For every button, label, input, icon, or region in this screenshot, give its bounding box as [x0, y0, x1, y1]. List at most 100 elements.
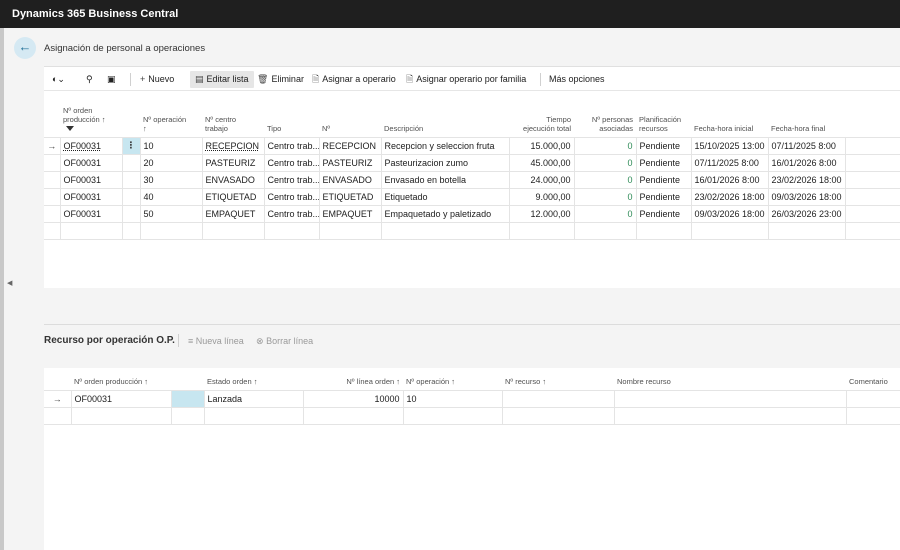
table-row[interactable]: OF00031 30 ENVASADO Centro trab... ENVAS…	[44, 171, 900, 189]
cell-orden[interactable]: OF00031	[60, 188, 123, 206]
cell-fecha-ini[interactable]: 15/10/2025 13:00	[691, 137, 769, 155]
assign-operator-button[interactable]: 🗎 Asignar a operario	[312, 71, 396, 88]
cell-descripcion[interactable]: Recepcion y seleccion fruta	[381, 137, 510, 155]
cell-tiempo[interactable]: 45.000,00	[509, 154, 575, 172]
cell-no[interactable]: ETIQUETAD	[319, 188, 382, 206]
cell-linea[interactable]: 10000	[303, 390, 404, 408]
cell-recurso[interactable]	[502, 390, 615, 408]
cell-operacion[interactable]: 40	[140, 188, 203, 206]
cell-fecha-fin[interactable]: 07/11/2025 8:00	[768, 137, 846, 155]
header-orden-produccion[interactable]: Nº orden producción ↑	[60, 97, 122, 137]
cell-no[interactable]: EMPAQUET	[319, 205, 382, 223]
header-fecha-final[interactable]: Fecha-hora final	[768, 97, 845, 137]
cell-operacion[interactable]: 10	[403, 390, 503, 408]
edit-list-button[interactable]: ▤ Editar lista	[190, 71, 254, 88]
scroll-left-icon[interactable]: ◀	[7, 279, 12, 287]
cell-fecha-ini[interactable]: 16/01/2026 8:00	[691, 171, 769, 189]
header-tipo[interactable]: Tipo	[264, 97, 319, 137]
cell-no[interactable]: PASTEURIZ	[319, 154, 382, 172]
cell-nombre[interactable]	[614, 390, 847, 408]
cell-orden[interactable]: OF00031	[60, 137, 123, 155]
cell-descripcion[interactable]: Etiquetado	[381, 188, 510, 206]
cell-centro[interactable]: EMPAQUET	[202, 205, 265, 223]
header-nombre-recurso[interactable]: Nombre recurso	[614, 368, 846, 390]
header-personas[interactable]: Nº personas asociadas	[574, 97, 636, 137]
cell-fecha-fin[interactable]: 09/03/2026 18:00	[768, 188, 846, 206]
cell-operacion[interactable]: 10	[140, 137, 203, 155]
cell-centro[interactable]: PASTEURIZ	[202, 154, 265, 172]
cell-centro[interactable]: ENVASADO	[202, 171, 265, 189]
cell-planif[interactable]: Pendiente	[636, 188, 692, 206]
details-pane-icon[interactable]: ▣	[107, 71, 116, 88]
table-row[interactable]: → OF00031 ⋮ 10 RECEPCION Centro trab... …	[44, 137, 900, 155]
header-descripcion[interactable]: Descripción	[381, 97, 509, 137]
header-orden-produccion[interactable]: Nº orden producción ↑	[71, 368, 171, 390]
cell-descripcion[interactable]: Pasteurizacion zumo	[381, 154, 510, 172]
cell-tipo[interactable]: Centro trab...	[264, 188, 320, 206]
cell-centro[interactable]: RECEPCION	[202, 137, 265, 155]
cell-fecha-fin[interactable]: 23/02/2026 18:00	[768, 171, 846, 189]
cell-comentario[interactable]	[846, 390, 900, 408]
cell-tiempo[interactable]: 12.000,00	[509, 205, 575, 223]
cell-tipo[interactable]: Centro trab...	[264, 205, 320, 223]
view-options-icon[interactable]: ◐⌄	[52, 71, 65, 88]
cell-fecha-ini[interactable]: 23/02/2026 18:00	[691, 188, 769, 206]
cell-fecha-ini[interactable]: 09/03/2026 18:00	[691, 205, 769, 223]
cell-planif[interactable]: Pendiente	[636, 171, 692, 189]
cell-fecha-fin[interactable]: 26/03/2026 23:00	[768, 205, 846, 223]
more-options-button[interactable]: Más opciones	[549, 71, 605, 88]
table-row[interactable]: OF00031 50 EMPAQUET Centro trab... EMPAQ…	[44, 205, 900, 223]
cell-operacion[interactable]: 50	[140, 205, 203, 223]
empty-new-row[interactable]	[44, 407, 900, 425]
header-fecha-inicial[interactable]: Fecha-hora inicial	[691, 97, 768, 137]
cell-personas[interactable]: 0	[574, 188, 637, 206]
header-linea-orden[interactable]: Nº línea orden ↑	[303, 368, 403, 390]
header-tiempo[interactable]: Tiempo ejecución total	[509, 97, 574, 137]
new-line-button[interactable]: ≡ Nueva línea	[188, 336, 244, 346]
cell-tipo[interactable]: Centro trab...	[264, 171, 320, 189]
header-operacion[interactable]: Nº operación ↑	[140, 97, 202, 137]
header-operacion[interactable]: Nº operación ↑	[403, 368, 502, 390]
cell-estado[interactable]: Lanzada	[204, 390, 304, 408]
cell-centro[interactable]: ETIQUETAD	[202, 188, 265, 206]
empty-new-row[interactable]	[44, 222, 900, 240]
header-estado-orden[interactable]: Estado orden ↑	[204, 368, 303, 390]
header-centro-trabajo[interactable]: Nº centro trabajo	[202, 97, 264, 137]
cell-descripcion[interactable]: Empaquetado y paletizado	[381, 205, 510, 223]
header-comentario[interactable]: Comentario	[846, 368, 900, 390]
cell-planif[interactable]: Pendiente	[636, 137, 692, 155]
row-actions-icon[interactable]: ⋮	[122, 137, 141, 155]
back-arrow-icon[interactable]: ←	[14, 37, 36, 59]
cell-personas[interactable]: 0	[574, 154, 637, 172]
cell-orden[interactable]: OF00031	[60, 171, 123, 189]
cell-tiempo[interactable]: 15.000,00	[509, 137, 575, 155]
header-planificacion[interactable]: Planificación recursos	[636, 97, 691, 137]
cell-tiempo[interactable]: 9.000,00	[509, 188, 575, 206]
cell-no[interactable]: RECEPCION	[319, 137, 382, 155]
cell-tipo[interactable]: Centro trab...	[264, 154, 320, 172]
cell-personas[interactable]: 0	[574, 205, 637, 223]
cell-tiempo[interactable]: 24.000,00	[509, 171, 575, 189]
cell-planif[interactable]: Pendiente	[636, 154, 692, 172]
header-no[interactable]: Nº	[319, 97, 381, 137]
cell-planif[interactable]: Pendiente	[636, 205, 692, 223]
cell-fecha-ini[interactable]: 07/11/2025 8:00	[691, 154, 769, 172]
cell-personas[interactable]: 0	[574, 171, 637, 189]
search-icon[interactable]: ⚲	[86, 71, 93, 88]
cell-personas[interactable]: 0	[574, 137, 637, 155]
delete-button[interactable]: 🗑 Eliminar	[257, 71, 304, 88]
cell-descripcion[interactable]: Envasado en botella	[381, 171, 510, 189]
table-row[interactable]: → OF00031 Lanzada 10000 10	[44, 390, 900, 408]
cell-orden[interactable]: OF00031	[60, 205, 123, 223]
header-recurso[interactable]: Nº recurso ↑	[502, 368, 614, 390]
cell-selected[interactable]	[171, 390, 205, 408]
cell-operacion[interactable]: 30	[140, 171, 203, 189]
table-row[interactable]: OF00031 40 ETIQUETAD Centro trab... ETIQ…	[44, 188, 900, 206]
cell-fecha-fin[interactable]: 16/01/2026 8:00	[768, 154, 846, 172]
delete-line-button[interactable]: ⊗ Borrar línea	[256, 336, 313, 347]
cell-orden[interactable]: OF00031	[60, 154, 123, 172]
assign-family-button[interactable]: 🗎 Asignar operario por familia	[406, 71, 526, 88]
cell-no[interactable]: ENVASADO	[319, 171, 382, 189]
cell-tipo[interactable]: Centro trab...	[264, 137, 320, 155]
cell-orden[interactable]: OF00031	[71, 390, 172, 408]
